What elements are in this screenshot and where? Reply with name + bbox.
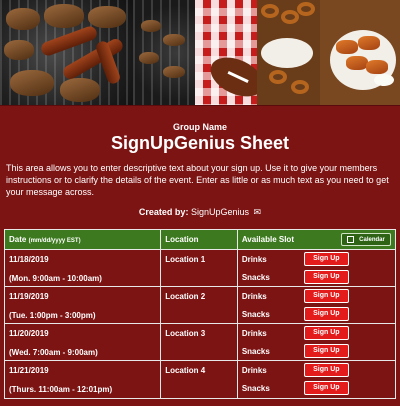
sign-up-button[interactable]: Sign Up	[303, 289, 349, 303]
location-value: Location 1	[165, 255, 206, 264]
page-title: SignUpGenius Sheet	[110, 133, 290, 153]
location-value: Location 4	[165, 366, 206, 375]
slot-item: Drinks Sign Up	[242, 289, 392, 304]
header-banner	[0, 0, 400, 106]
creator-name: SignUpGenius	[190, 207, 249, 217]
chicken-wings-image	[320, 0, 400, 105]
column-header-date: Date (mm/dd/yyyy EST)	[5, 230, 162, 249]
date-header-label: Date	[9, 235, 27, 244]
date-cell: 11/20/2019 (Wed. 7:00am - 9:00am)	[5, 324, 162, 360]
slot-cell: Drinks Sign Up Snacks Sign Up	[238, 361, 395, 398]
column-header-slot: Available Slot Calendar	[238, 230, 395, 249]
sign-up-button[interactable]: Sign Up	[303, 252, 349, 266]
table-row: 11/19/2019 (Tue. 1:00pm - 3:00pm) Locati…	[5, 287, 395, 324]
date-cell: 11/18/2019 (Mon. 9:00am - 10:00am)	[5, 250, 162, 286]
sign-up-button[interactable]: Sign Up	[303, 363, 349, 377]
envelope-icon[interactable]: ✉	[254, 207, 262, 218]
location-cell: Location 4	[161, 361, 238, 398]
grill-image	[133, 0, 195, 105]
slot-label: Snacks	[241, 273, 270, 282]
location-cell: Location 3	[161, 324, 238, 360]
slot-item: Drinks Sign Up	[242, 326, 392, 341]
time-value: (Tue. 1:00pm - 3:00pm)	[9, 311, 96, 320]
table-row: 11/20/2019 (Wed. 7:00am - 9:00am) Locati…	[5, 324, 395, 361]
table-header: Date (mm/dd/yyyy EST) Location Available…	[5, 230, 395, 250]
grilled-sausages-image	[0, 0, 133, 105]
date-value: 11/21/2019	[9, 366, 49, 375]
sign-up-button[interactable]: Sign Up	[303, 344, 349, 358]
created-by: Created by: SignUpGenius ✉	[0, 207, 400, 218]
date-value: 11/20/2019	[9, 329, 49, 338]
table-row: 11/21/2019 (Thurs. 11:00am - 12:01pm) Lo…	[5, 361, 395, 398]
location-value: Location 3	[165, 329, 206, 338]
slot-label: Drinks	[241, 292, 267, 301]
slot-label: Snacks	[241, 384, 270, 393]
calendar-button-label: Calendar	[359, 236, 385, 243]
table-row: 11/18/2019 (Mon. 9:00am - 10:00am) Locat…	[5, 250, 395, 287]
date-cell: 11/19/2019 (Tue. 1:00pm - 3:00pm)	[5, 287, 162, 323]
column-header-location: Location	[161, 230, 238, 249]
time-value: (Thurs. 11:00am - 12:01pm)	[9, 385, 113, 394]
date-format-label: (mm/dd/yyyy EST)	[28, 238, 81, 244]
slot-label: Drinks	[241, 255, 267, 264]
sign-up-button[interactable]: Sign Up	[303, 326, 349, 340]
picnic-football-image	[195, 0, 257, 105]
description-text: This area allows you to enter descriptiv…	[6, 163, 389, 197]
calendar-icon	[347, 236, 355, 243]
time-value: (Mon. 9:00am - 10:00am)	[9, 274, 102, 283]
slot-cell: Drinks Sign Up Snacks Sign Up	[238, 250, 395, 286]
slot-item: Snacks Sign Up	[242, 307, 392, 322]
date-value: 11/18/2019	[9, 255, 49, 264]
created-by-label: Created by:	[138, 207, 189, 217]
group-name: Group Name	[172, 122, 227, 132]
slot-item: Drinks Sign Up	[242, 363, 392, 378]
sign-up-button[interactable]: Sign Up	[303, 381, 349, 395]
slot-label: Drinks	[241, 329, 267, 338]
sign-up-button[interactable]: Sign Up	[303, 270, 349, 284]
slot-label: Snacks	[241, 310, 270, 319]
slot-cell: Drinks Sign Up Snacks Sign Up	[238, 324, 395, 360]
location-cell: Location 2	[161, 287, 238, 323]
slot-label: Drinks	[241, 366, 267, 375]
slot-item: Snacks Sign Up	[242, 270, 392, 285]
location-cell: Location 1	[161, 250, 238, 286]
signup-table: Date (mm/dd/yyyy EST) Location Available…	[4, 229, 396, 399]
slot-label: Snacks	[241, 347, 270, 356]
time-value: (Wed. 7:00am - 9:00am)	[9, 348, 98, 357]
date-value: 11/19/2019	[9, 292, 49, 301]
slot-header-label: Available Slot	[241, 235, 294, 244]
slot-item: Snacks Sign Up	[242, 344, 392, 359]
slot-cell: Drinks Sign Up Snacks Sign Up	[238, 287, 395, 323]
date-cell: 11/21/2019 (Thurs. 11:00am - 12:01pm)	[5, 361, 162, 398]
location-value: Location 2	[165, 292, 206, 301]
pretzels-image	[257, 0, 320, 105]
sign-up-button[interactable]: Sign Up	[303, 307, 349, 321]
calendar-button[interactable]: Calendar	[341, 233, 391, 246]
slot-item: Drinks Sign Up	[242, 252, 392, 267]
slot-item: Snacks Sign Up	[242, 381, 392, 396]
